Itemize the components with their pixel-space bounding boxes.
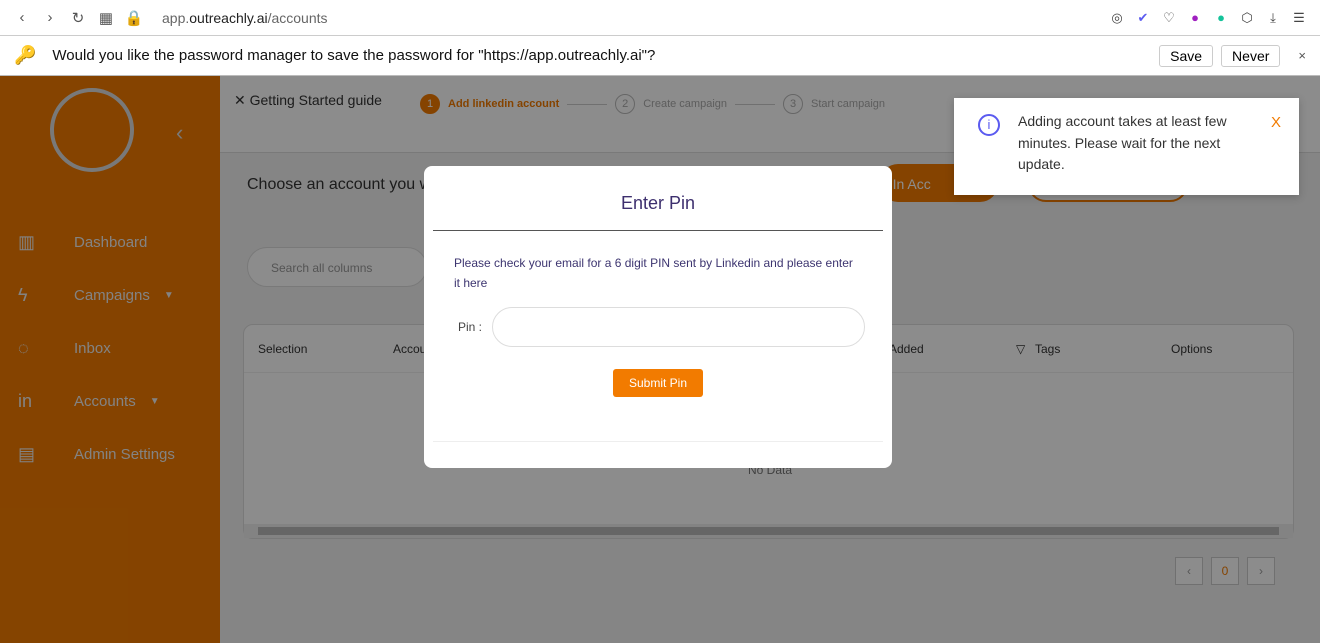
back-icon[interactable]: ‹ <box>8 9 36 26</box>
info-icon: i <box>978 114 1000 136</box>
forward-icon[interactable]: › <box>36 9 64 26</box>
password-message: Would you like the password manager to s… <box>52 47 656 64</box>
url-host: app. <box>162 9 190 26</box>
close-icon[interactable]: X <box>1271 112 1281 134</box>
grid-icon[interactable]: ▦ <box>92 9 120 27</box>
save-button[interactable]: Save <box>1159 44 1214 67</box>
reload-icon[interactable]: ↻ <box>64 9 92 27</box>
heart-icon[interactable]: ♡ <box>1160 10 1178 26</box>
menu-icon[interactable]: ☰ <box>1290 10 1308 26</box>
url-domain: outreachly.ai <box>189 9 268 26</box>
browser-toolbar: ‹ › ↻ ▦ 🔒 app.outreachly.ai/accounts ◎ ✔… <box>0 0 1320 36</box>
toast-message: Adding account takes at least few minute… <box>1018 113 1227 172</box>
pin-label: Pin : <box>458 320 483 334</box>
extension-icon[interactable]: ● <box>1186 10 1204 26</box>
key-icon: 🔑 <box>14 45 37 65</box>
modal-title: Enter Pin <box>433 166 883 231</box>
submit-pin-button[interactable]: Submit Pin <box>613 369 703 397</box>
grammarly-icon[interactable]: ● <box>1212 10 1230 26</box>
screenshot-icon[interactable]: ◎ <box>1108 10 1126 26</box>
modal-footer-divider <box>433 441 883 442</box>
enter-pin-modal: Enter Pin Please check your email for a … <box>424 166 892 468</box>
lock-icon: 🔒 <box>124 9 144 27</box>
cube-icon[interactable]: ⬡ <box>1238 10 1256 26</box>
pin-input[interactable] <box>492 307 866 347</box>
url-path: /accounts <box>267 9 328 26</box>
download-icon[interactable]: ⤓ <box>1264 10 1282 26</box>
close-icon[interactable]: × <box>1298 48 1306 63</box>
shield-icon[interactable]: ✔ <box>1134 10 1152 26</box>
password-bar: 🔑 Would you like the password manager to… <box>0 36 1320 76</box>
modal-description: Please check your email for a 6 digit PI… <box>454 256 853 290</box>
address-bar[interactable]: app.outreachly.ai/accounts <box>162 10 328 26</box>
never-button[interactable]: Never <box>1221 44 1281 67</box>
notification-toast: i Adding account takes at least few minu… <box>954 98 1299 195</box>
